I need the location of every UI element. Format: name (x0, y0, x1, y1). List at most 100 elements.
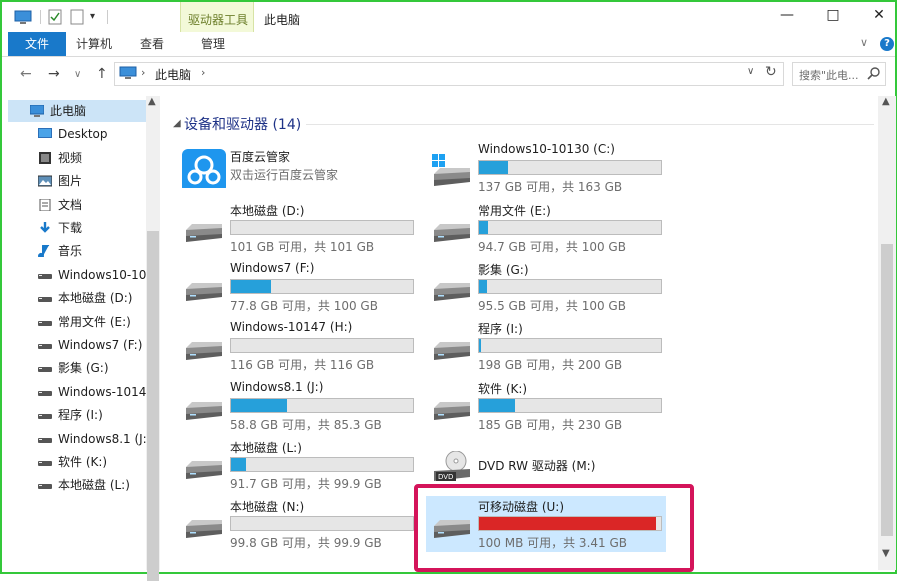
tile-capacity: 99.8 GB 可用，共 99.9 GB (230, 536, 382, 550)
sidebar-item[interactable]: 此电脑 (8, 100, 146, 122)
drive-icon (434, 224, 470, 242)
refresh-icon[interactable]: ↻ (765, 64, 777, 80)
drive-icon (186, 224, 222, 242)
content-scrollbar[interactable]: ▲ ▼ (878, 96, 896, 570)
scroll-up-icon[interactable]: ▲ (148, 96, 156, 107)
sidebar-item-label: 常用文件 (E:) (58, 314, 131, 329)
breadcrumb-separator[interactable]: › (141, 66, 145, 79)
drive-tile[interactable]: Windows7 (F:) 77.8 GB 可用，共 100 GB (178, 259, 418, 315)
tile-name: Windows10-10130 (C:) (478, 142, 615, 156)
download-icon (40, 222, 50, 233)
svg-text:DVD: DVD (438, 473, 453, 481)
usage-bar (230, 457, 414, 472)
sidebar-item[interactable]: 软件 (K:) (8, 451, 146, 473)
tab-manage[interactable]: 管理 (182, 32, 244, 56)
tile-capacity: 198 GB 可用，共 200 GB (478, 358, 623, 372)
drive-tile[interactable]: 常用文件 (E:) 94.7 GB 可用，共 100 GB (426, 200, 666, 256)
minimize-button[interactable]: — (764, 4, 810, 26)
drive-icon (38, 297, 52, 303)
sidebar-scroll-thumb[interactable] (147, 231, 159, 581)
tab-view[interactable]: 查看 (130, 32, 174, 56)
drive-tile[interactable]: Windows10-10130 (C:) 137 GB 可用，共 163 GB (426, 140, 666, 196)
tile-capacity: 77.8 GB 可用，共 100 GB (230, 299, 378, 313)
recent-locations-icon[interactable]: ∨ (74, 69, 81, 80)
sidebar-item-label: 音乐 (58, 244, 83, 259)
drive-tile[interactable]: Windows-10147 (H:) 116 GB 可用，共 116 GB (178, 318, 418, 374)
tab-computer[interactable]: 计算机 (70, 32, 118, 56)
back-button[interactable]: ← (20, 66, 32, 82)
new-folder-icon[interactable] (70, 8, 84, 26)
group-title[interactable]: 设备和驱动器 (14) (184, 114, 301, 134)
scroll-down-icon[interactable]: ▼ (882, 548, 890, 559)
sidebar-item-label: Desktop (58, 127, 108, 142)
sidebar-item[interactable]: 常用文件 (E:) (8, 311, 146, 333)
tile-name: 百度云管家 (230, 150, 291, 164)
breadcrumb-separator[interactable]: › (201, 66, 205, 79)
sidebar-item[interactable]: 程序 (I:) (8, 404, 146, 426)
sidebar-item[interactable]: Windows8.1 (J: (8, 428, 146, 450)
tile-name: 程序 (I:) (478, 322, 523, 336)
sidebar-item-label: Windows-1014 (58, 384, 146, 399)
address-dropdown-icon[interactable]: ∨ (747, 66, 754, 77)
drive-tile[interactable]: 本地磁盘 (N:) 99.8 GB 可用，共 99.9 GB (178, 496, 418, 552)
search-input[interactable]: 搜索"此电... (792, 62, 886, 86)
content-scroll-thumb[interactable] (881, 244, 893, 536)
document-icon (39, 198, 51, 211)
quick-access-dropdown-icon[interactable]: ▾ (90, 8, 100, 26)
sidebar-item[interactable]: 视频 (8, 147, 146, 169)
sidebar-item[interactable]: 音乐 (8, 240, 146, 262)
tile-capacity: 91.7 GB 可用，共 99.9 GB (230, 477, 382, 491)
scroll-up-icon[interactable]: ▲ (882, 96, 890, 107)
usage-bar-fill (479, 221, 489, 234)
drive-icon (434, 342, 470, 360)
sidebar-item[interactable]: 图片 (8, 170, 146, 192)
usage-bar (230, 398, 414, 413)
sidebar-item[interactable]: 影集 (G:) (8, 357, 146, 379)
sidebar-item-label: 此电脑 (50, 104, 87, 118)
navigation-pane: 此电脑 Desktop 视频 图片 文档下载音乐 Windows10-10 本地磁盘 (D:… (8, 96, 161, 581)
up-button[interactable]: ↑ (96, 66, 108, 82)
title-bar: ▾ 驱动器工具 此电脑 — □ ✕ (2, 2, 897, 56)
sidebar-item[interactable]: Windows-1014 (8, 381, 146, 403)
usage-bar (230, 220, 414, 235)
properties-icon[interactable] (48, 8, 62, 26)
sidebar-item[interactable]: 文档 (8, 194, 146, 216)
tab-file[interactable]: 文件 (8, 32, 66, 56)
group-divider (306, 124, 874, 125)
separator (40, 10, 41, 24)
forward-button[interactable]: → (48, 66, 60, 82)
breadcrumb-this-pc[interactable]: 此电脑 (155, 66, 191, 83)
usage-bar-fill (231, 399, 288, 412)
drive-tile[interactable]: 程序 (I:) 198 GB 可用，共 200 GB (426, 318, 666, 374)
sidebar-item[interactable]: Desktop (8, 123, 146, 145)
sidebar-item[interactable]: Windows7 (F:) (8, 334, 146, 356)
maximize-button[interactable]: □ (810, 4, 856, 26)
help-icon[interactable]: ? (880, 37, 894, 51)
usage-bar-fill (231, 458, 246, 471)
usage-bar (478, 160, 662, 175)
drive-icon (38, 273, 52, 279)
address-bar[interactable]: › 此电脑 › ∨ ↻ (114, 62, 784, 86)
tile-name: 影集 (G:) (478, 263, 529, 277)
drive-tile[interactable]: 本地磁盘 (D:) 101 GB 可用，共 101 GB (178, 200, 418, 256)
usage-bar-fill (479, 161, 509, 174)
sidebar-item[interactable]: 本地磁盘 (L:) (8, 474, 146, 496)
drive-tile[interactable]: Windows8.1 (J:) 58.8 GB 可用，共 85.3 GB (178, 378, 418, 434)
sidebar-item[interactable]: 下载 (8, 217, 146, 239)
sidebar-item-label: 下载 (58, 221, 83, 235)
sidebar-item[interactable]: Windows10-10 (8, 264, 146, 286)
search-icon[interactable] (867, 66, 881, 80)
pc-icon[interactable] (14, 8, 32, 26)
drive-tile[interactable]: 本地磁盘 (L:) 91.7 GB 可用，共 99.9 GB (178, 437, 418, 493)
app-tile-baidu-cloud[interactable]: 百度云管家 双击运行百度云管家 (178, 140, 418, 196)
drive-tile[interactable]: 影集 (G:) 95.5 GB 可用，共 100 GB (426, 259, 666, 315)
sidebar-item[interactable]: 本地磁盘 (D:) (8, 287, 146, 309)
close-button[interactable]: ✕ (856, 4, 897, 26)
drive-tile[interactable]: 软件 (K:) 185 GB 可用，共 230 GB (426, 378, 666, 434)
ribbon-expand-icon[interactable]: ∨ (860, 36, 868, 49)
collapse-group-icon[interactable]: ◢ (173, 118, 181, 129)
search-placeholder: 搜索"此电... (799, 69, 859, 82)
desktop-icon (38, 128, 52, 139)
tile-name: 软件 (K:) (478, 382, 528, 396)
highlight-box (414, 484, 694, 572)
